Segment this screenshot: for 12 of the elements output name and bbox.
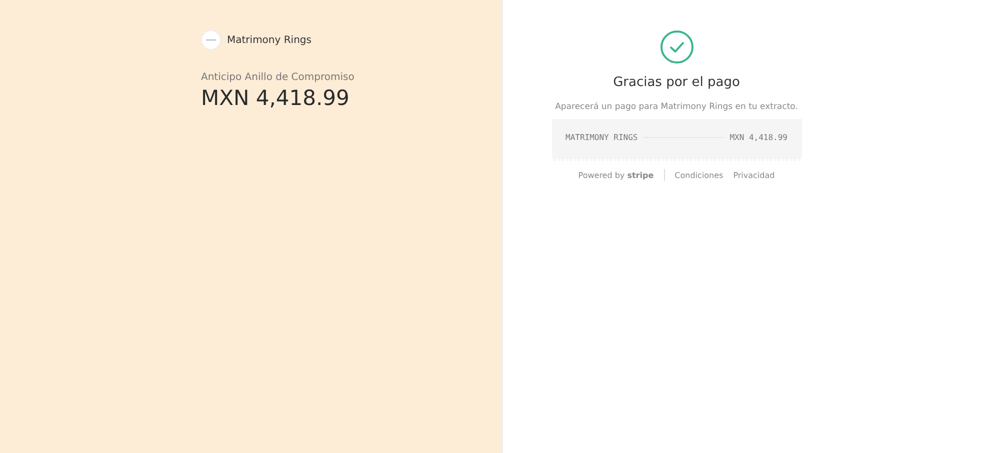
footer-link[interactable]: Condiciones	[674, 170, 724, 180]
checkmark-icon	[660, 30, 694, 64]
confirmation-message: Aparecerá un pago para Matrimony Rings en tu extracto.	[555, 102, 798, 112]
powered-by-text: Powered by stripe	[578, 170, 654, 180]
merchant-name: Matrimony Rings	[227, 34, 312, 46]
receipt-amount: MXN 4,418.99	[730, 132, 788, 142]
total-amount: MXN 4,418.99	[201, 86, 350, 110]
product-name: Anticipo Anillo de Compromiso	[201, 72, 356, 83]
logo-icon	[201, 30, 221, 50]
confirmation-title: Gracias por el pago	[613, 75, 740, 90]
statement-descriptor: MATRIMONY RINGS	[566, 132, 638, 142]
footer-link[interactable]: Privacidad	[733, 170, 775, 180]
